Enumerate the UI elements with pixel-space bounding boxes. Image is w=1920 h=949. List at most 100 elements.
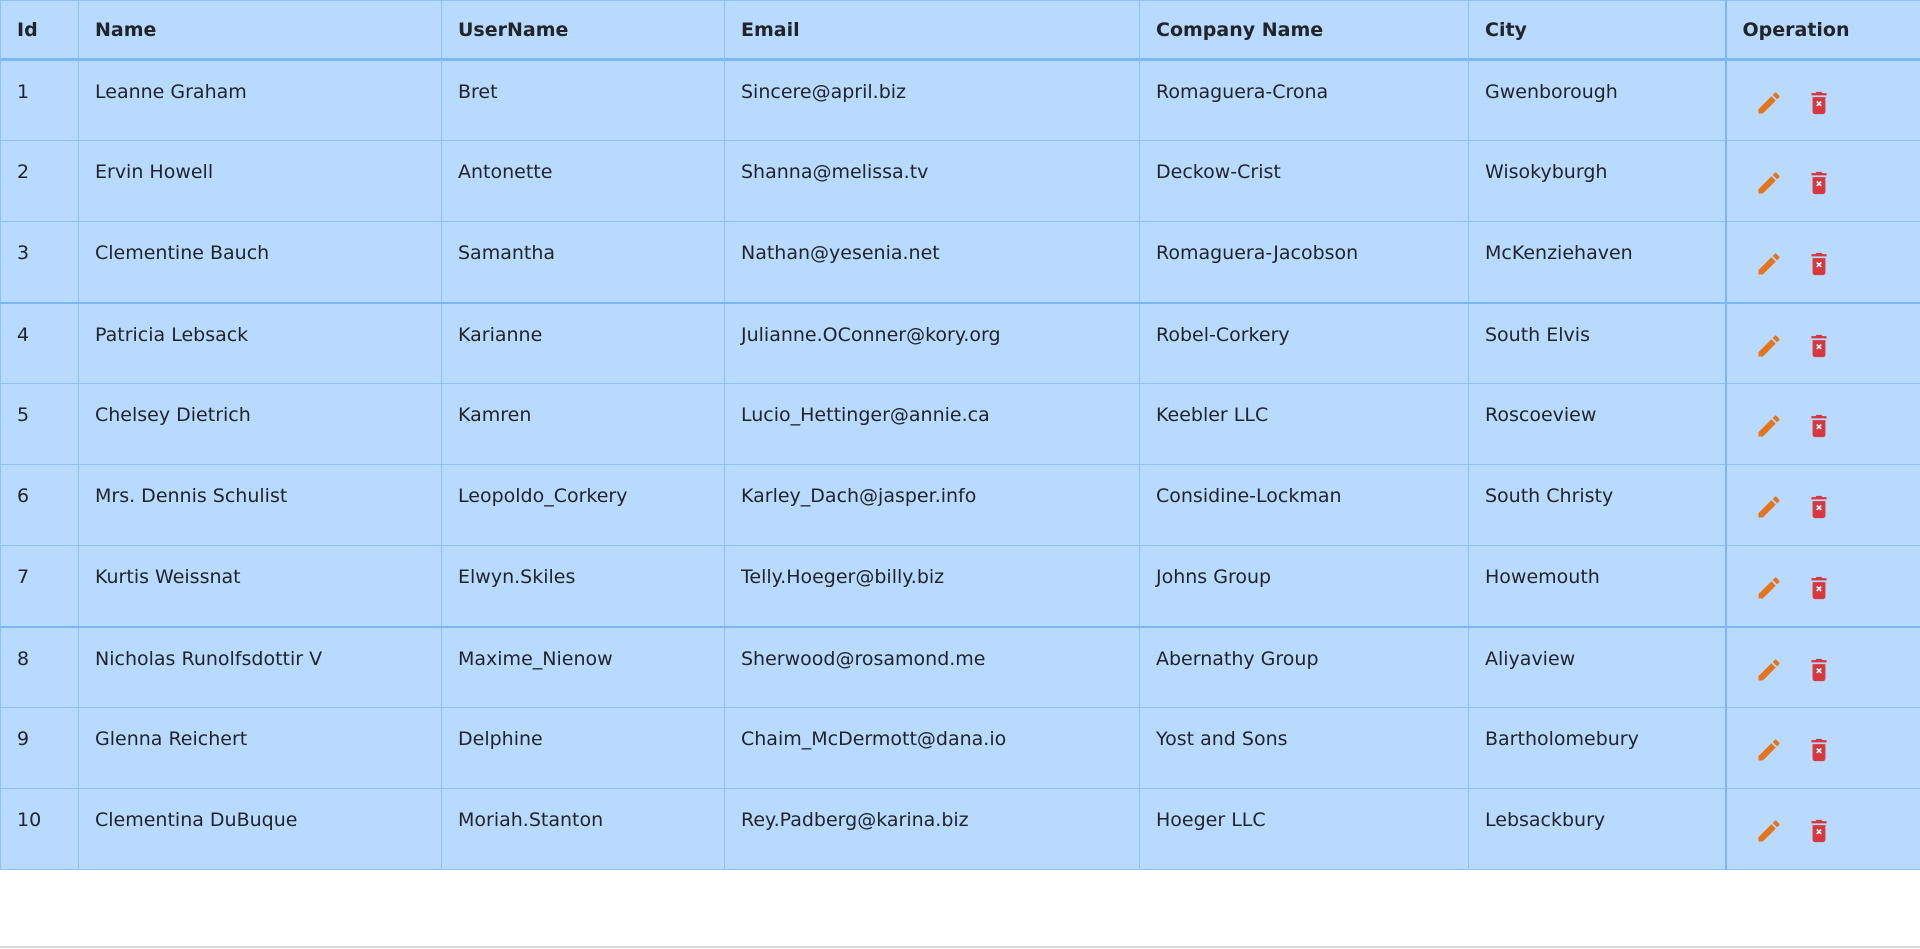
cell-email: Chaim_McDermott@dana.io <box>724 707 1140 789</box>
cell-operation <box>1725 221 1920 303</box>
trash-icon[interactable] <box>1805 89 1833 117</box>
cell-name: Chelsey Dietrich <box>78 383 442 465</box>
row-actions <box>1743 728 1905 764</box>
cell-id: 6 <box>0 464 79 546</box>
cell-email: Shanna@melissa.tv <box>724 140 1140 222</box>
cell-company: Romaguera-Jacobson <box>1139 221 1469 303</box>
cell-company: Yost and Sons <box>1139 707 1469 789</box>
users-table-container: Id Name UserName Email Company Name City… <box>0 0 1920 870</box>
cell-name: Glenna Reichert <box>78 707 442 789</box>
cell-name: Nicholas Runolfsdottir V <box>78 625 442 708</box>
cell-company: Romaguera-Crona <box>1139 59 1469 141</box>
row-actions <box>1743 81 1905 117</box>
cell-id: 3 <box>0 221 79 303</box>
row-actions <box>1743 566 1905 602</box>
cell-city: Lebsackbury <box>1468 788 1727 870</box>
row-actions <box>1743 324 1905 360</box>
table-row: 2 Ervin Howell Antonette Shanna@melissa.tv D… <box>0 140 1920 222</box>
trash-icon[interactable] <box>1805 250 1833 278</box>
pencil-icon[interactable] <box>1755 817 1783 845</box>
cell-email: Julianne.OConner@kory.org <box>724 301 1140 384</box>
cell-company: Robel-Corkery <box>1139 301 1469 384</box>
table-row: 4 Patricia Lebsack Karianne Julianne.OConne… <box>0 301 1920 384</box>
trash-icon[interactable] <box>1805 736 1833 764</box>
users-table: Id Name UserName Email Company Name City… <box>0 0 1920 870</box>
cell-name: Mrs. Dennis Schulist <box>78 464 442 546</box>
header-name: Name <box>78 0 442 61</box>
cell-username: Kamren <box>441 383 725 465</box>
cell-operation <box>1725 383 1920 465</box>
page-divider <box>0 946 1920 948</box>
cell-email: Sincere@april.biz <box>724 59 1140 141</box>
pencil-icon[interactable] <box>1755 574 1783 602</box>
pencil-icon[interactable] <box>1755 89 1783 117</box>
trash-icon[interactable] <box>1805 574 1833 602</box>
table-body: 1 Leanne Graham Bret Sincere@april.biz Romag… <box>0 59 1920 870</box>
pencil-icon[interactable] <box>1755 332 1783 360</box>
cell-name: Clementina DuBuque <box>78 788 442 870</box>
cell-city: Howemouth <box>1468 545 1727 627</box>
header-operation: Operation <box>1725 0 1920 61</box>
cell-operation <box>1725 788 1920 870</box>
cell-city: Wisokyburgh <box>1468 140 1727 222</box>
cell-email: Telly.Hoeger@billy.biz <box>724 545 1140 627</box>
trash-icon[interactable] <box>1805 332 1833 360</box>
cell-name: Patricia Lebsack <box>78 301 442 384</box>
row-actions <box>1743 648 1905 684</box>
cell-id: 1 <box>0 59 79 141</box>
cell-username: Bret <box>441 59 725 141</box>
header-username: UserName <box>441 0 725 61</box>
row-actions <box>1743 485 1905 521</box>
cell-operation <box>1725 545 1920 627</box>
cell-email: Sherwood@rosamond.me <box>724 625 1140 708</box>
cell-company: Considine-Lockman <box>1139 464 1469 546</box>
cell-email: Karley_Dach@jasper.info <box>724 464 1140 546</box>
table-row: 5 Chelsey Dietrich Kamren Lucio_Hettinger@a… <box>0 383 1920 465</box>
cell-company: Abernathy Group <box>1139 625 1469 708</box>
cell-id: 4 <box>0 301 79 384</box>
cell-operation <box>1725 301 1920 384</box>
table-row: 7 Kurtis Weissnat Elwyn.Skiles Telly.Hoeger… <box>0 545 1920 627</box>
cell-city: Aliyaview <box>1468 625 1727 708</box>
row-actions <box>1743 809 1905 845</box>
cell-city: Roscoeview <box>1468 383 1727 465</box>
table-row: 1 Leanne Graham Bret Sincere@april.biz Romag… <box>0 59 1920 141</box>
table-row: 10 Clementina DuBuque Moriah.Stanton Rey.Pa… <box>0 788 1920 870</box>
row-actions <box>1743 404 1905 440</box>
header-company: Company Name <box>1139 0 1469 61</box>
pencil-icon[interactable] <box>1755 493 1783 521</box>
cell-operation <box>1725 625 1920 708</box>
pencil-icon[interactable] <box>1755 656 1783 684</box>
pencil-icon[interactable] <box>1755 169 1783 197</box>
cell-id: 5 <box>0 383 79 465</box>
header-city: City <box>1468 0 1727 61</box>
cell-operation <box>1725 140 1920 222</box>
table-row: 9 Glenna Reichert Delphine Chaim_McDermott@… <box>0 707 1920 789</box>
trash-icon[interactable] <box>1805 656 1833 684</box>
cell-username: Samantha <box>441 221 725 303</box>
pencil-icon[interactable] <box>1755 250 1783 278</box>
cell-city: Bartholomebury <box>1468 707 1727 789</box>
cell-email: Rey.Padberg@karina.biz <box>724 788 1140 870</box>
cell-name: Leanne Graham <box>78 59 442 141</box>
cell-username: Elwyn.Skiles <box>441 545 725 627</box>
cell-company: Deckow-Crist <box>1139 140 1469 222</box>
cell-name: Ervin Howell <box>78 140 442 222</box>
cell-username: Moriah.Stanton <box>441 788 725 870</box>
trash-icon[interactable] <box>1805 493 1833 521</box>
header-email: Email <box>724 0 1140 61</box>
trash-icon[interactable] <box>1805 817 1833 845</box>
row-actions <box>1743 161 1905 197</box>
pencil-icon[interactable] <box>1755 736 1783 764</box>
trash-icon[interactable] <box>1805 412 1833 440</box>
cell-id: 2 <box>0 140 79 222</box>
trash-icon[interactable] <box>1805 169 1833 197</box>
pencil-icon[interactable] <box>1755 412 1783 440</box>
header-row: Id Name UserName Email Company Name City… <box>0 0 1920 61</box>
cell-name: Clementine Bauch <box>78 221 442 303</box>
table-row: 8 Nicholas Runolfsdottir V Maxime_Nienow Sh… <box>0 625 1920 708</box>
table-header: Id Name UserName Email Company Name City… <box>0 0 1920 61</box>
table-row: 6 Mrs. Dennis Schulist Leopoldo_Corkery Kar… <box>0 464 1920 546</box>
cell-operation <box>1725 59 1920 141</box>
cell-name: Kurtis Weissnat <box>78 545 442 627</box>
